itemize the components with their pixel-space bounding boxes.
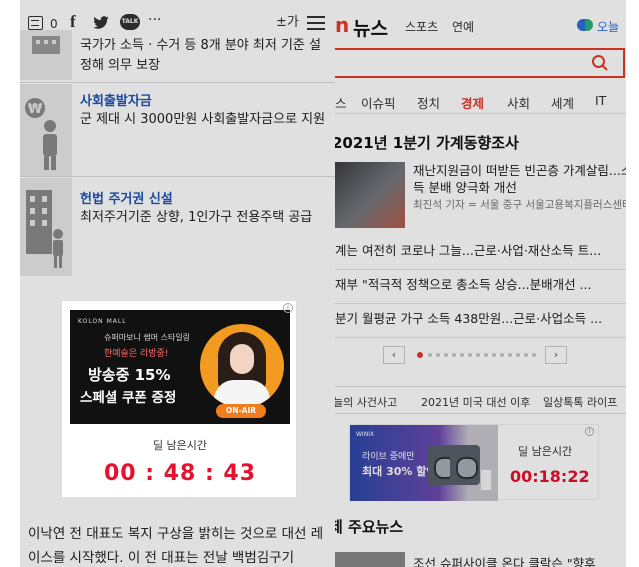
countdown-label: 딜 남은시간 (152, 439, 208, 452)
model-face (230, 344, 254, 374)
on-air-badge: ON-AIR (216, 404, 266, 418)
model-photo (200, 324, 284, 408)
ad-info-icon[interactable]: i (283, 303, 293, 313)
frame-edge (0, 0, 20, 567)
frame-edge (626, 0, 639, 567)
ad-tagline: 한예슬은 라방중! (104, 349, 169, 359)
popup-ad-banner[interactable]: KOLON MALL 슈퍼마보니 썸머 스타일링 한예슬은 라방중! 방송중 1… (70, 310, 290, 424)
ad-brand: KOLON MALL (78, 318, 127, 325)
ad-subheadline: 슈퍼마보니 썸머 스타일링 (104, 333, 191, 342)
ad-headline: 방송중 15% (88, 366, 171, 384)
popup-ad[interactable]: KOLON MALL 슈퍼마보니 썸머 스타일링 한예슬은 라방중! 방송중 1… (61, 300, 297, 498)
countdown-timer: 00 : 48 : 43 (103, 461, 257, 486)
ad-offer: 스페셜 쿠폰 증정 (80, 390, 177, 406)
